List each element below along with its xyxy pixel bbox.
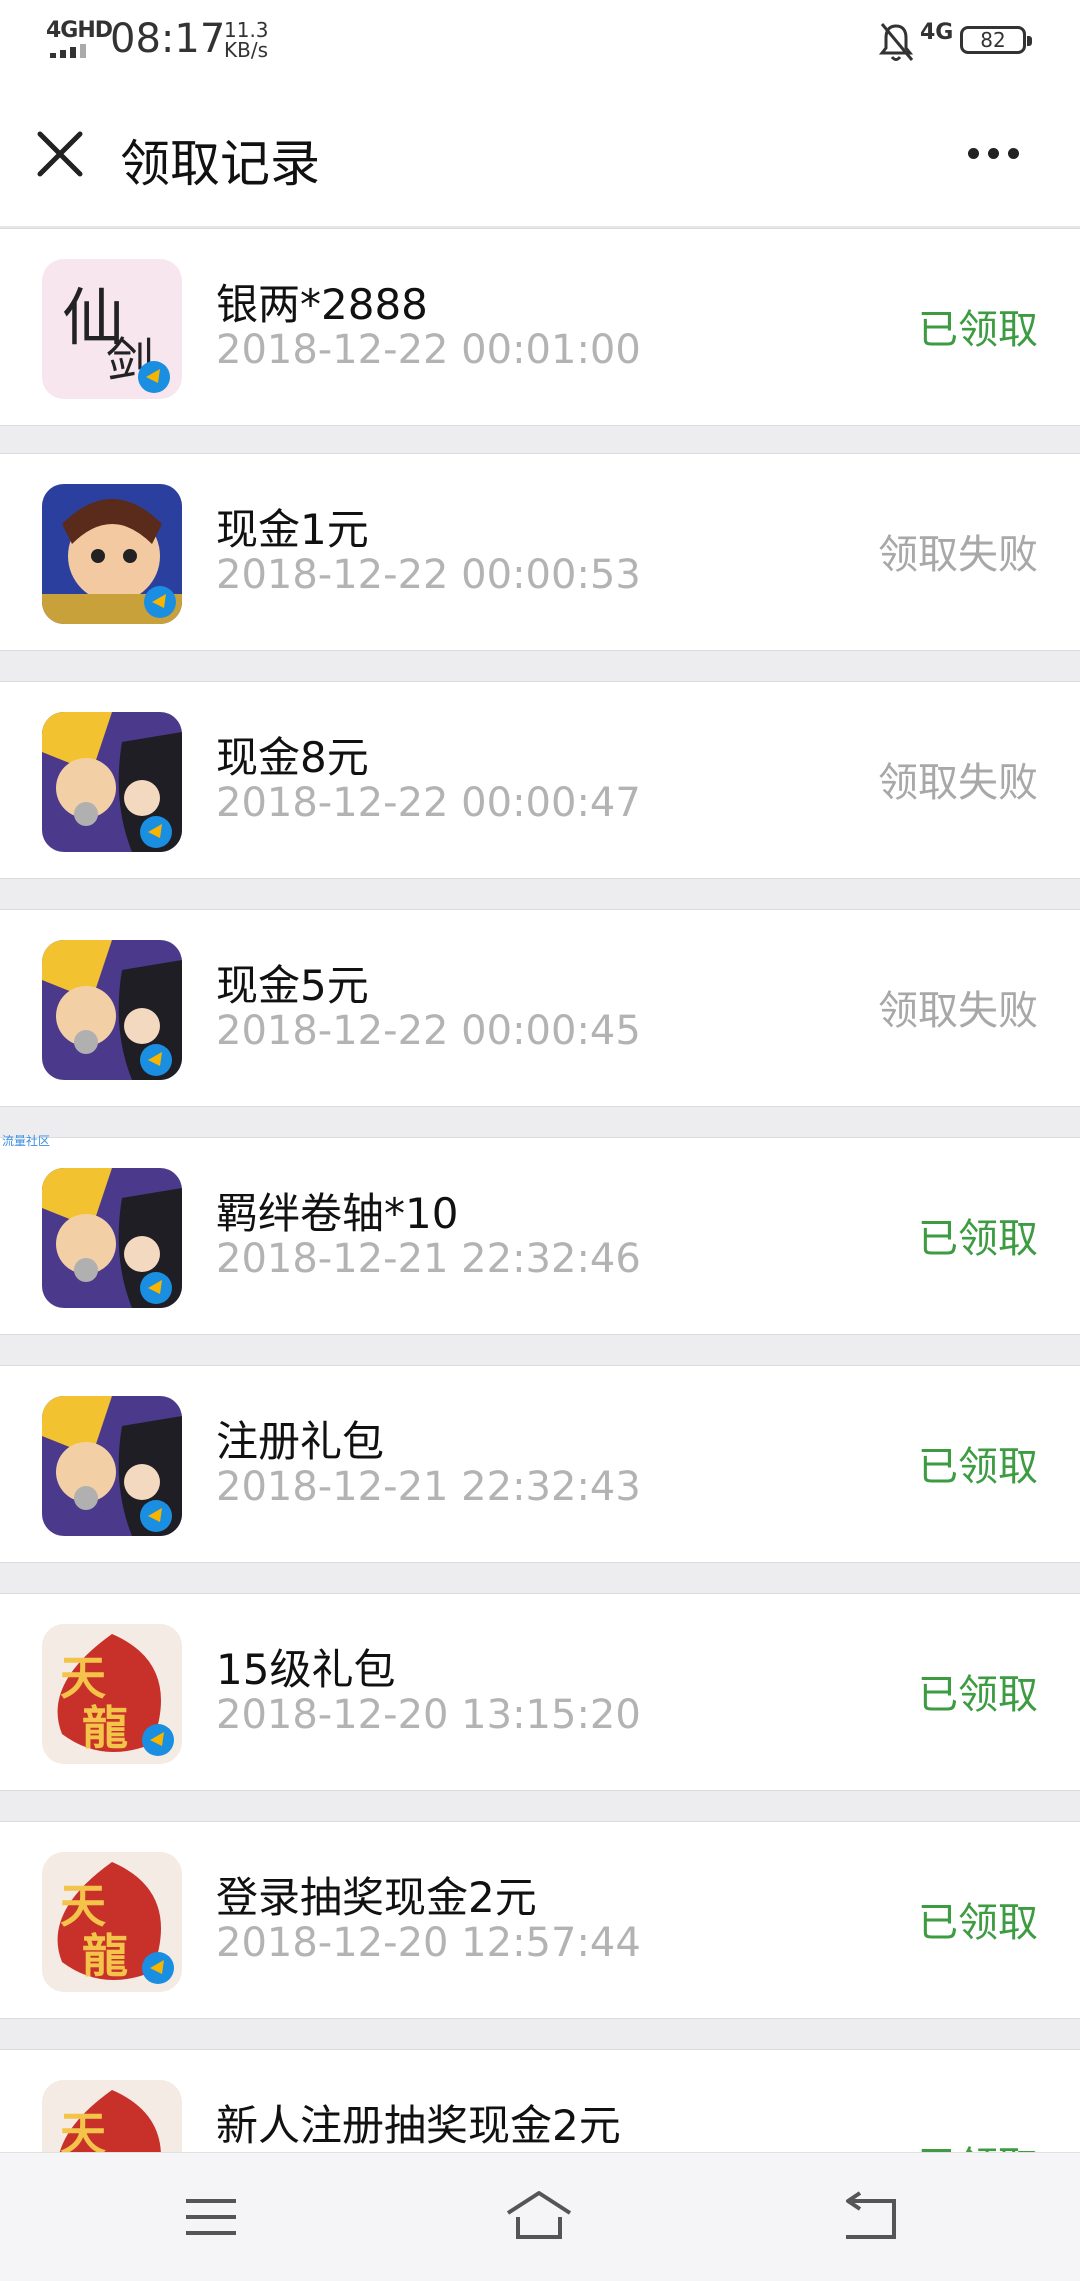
- claim-time: 2018-12-22 00:01:00: [216, 327, 641, 373]
- back-icon[interactable]: [834, 2187, 904, 2247]
- reward-name: 现金8元: [216, 733, 369, 782]
- game-saint-seiya-icon: [42, 484, 182, 624]
- claim-time: 2018-12-22 00:00:47: [216, 780, 641, 826]
- reward-name: 登录抽奖现金2元: [216, 1873, 537, 1922]
- claim-time: 2018-12-21 22:32:43: [216, 1464, 641, 1510]
- network-type: 4G: [920, 20, 954, 45]
- claim-status: 领取失败: [878, 532, 1038, 578]
- watermark: 流量社区: [2, 1134, 51, 1148]
- reward-name: 注册礼包: [216, 1417, 385, 1466]
- claim-status: 已领取: [918, 1216, 1038, 1262]
- reward-name: 新人注册抽奖现金2元: [216, 2101, 621, 2150]
- mute-bell-icon: [878, 23, 914, 61]
- game-xianjian-icon: 仙剑: [42, 259, 182, 399]
- home-icon[interactable]: [504, 2187, 574, 2247]
- list-item[interactable]: 羁绊卷轴*10 2018-12-21 22:32:46 已领取: [0, 1137, 1080, 1335]
- list-item[interactable]: 现金8元 2018-12-22 00:00:47 领取失败: [0, 681, 1080, 879]
- network-speed-value: 11.3: [224, 18, 269, 42]
- reward-name: 15级礼包: [216, 1645, 396, 1694]
- claim-status: 领取失败: [878, 760, 1038, 806]
- reward-name: 银两*2888: [216, 280, 428, 329]
- list-item[interactable]: 天龍 15级礼包 2018-12-20 13:15:20 已领取: [0, 1593, 1080, 1791]
- list-item[interactable]: 注册礼包 2018-12-21 22:32:43 已领取: [0, 1365, 1080, 1563]
- more-icon[interactable]: [964, 142, 1024, 166]
- nav-bar: 领取记录: [0, 84, 1080, 228]
- system-nav-bar: [0, 2152, 1080, 2281]
- page-title: 领取记录: [120, 135, 320, 193]
- claim-time: 2018-12-21 22:32:46: [216, 1236, 641, 1282]
- signal-label: 4GHD: [46, 18, 113, 43]
- list-item[interactable]: 天龍登录抽奖现金2元 2018-12-20 12:57:44 已领取: [0, 1821, 1080, 2019]
- list-item[interactable]: 现金1元 2018-12-22 00:00:53 领取失败: [0, 453, 1080, 651]
- claim-time: 2018-12-22 00:00:53: [216, 552, 641, 598]
- network-speed-unit: KB/s: [224, 38, 268, 62]
- svg-text:龍: 龍: [82, 1929, 128, 1983]
- signal-bars-icon: [50, 44, 96, 58]
- reward-name: 现金5元: [216, 961, 369, 1010]
- claim-status: 已领取: [918, 307, 1038, 353]
- claim-time: 2018-12-20 12:57:44: [216, 1920, 641, 1966]
- claim-status: 已领取: [918, 1672, 1038, 1718]
- status-bar: 4GHD 08:17 11.3 KB/s 4G 82: [0, 0, 1080, 84]
- menu-icon[interactable]: [176, 2187, 246, 2247]
- game-naruto-icon: [42, 940, 182, 1080]
- battery-icon: 82: [960, 26, 1032, 54]
- svg-text:龍: 龍: [82, 1701, 128, 1755]
- game-naruto-icon: [42, 712, 182, 852]
- svg-text:天: 天: [60, 1651, 106, 1705]
- claim-time: 2018-12-20 13:15:20: [216, 1692, 641, 1738]
- claim-status: 已领取: [918, 1444, 1038, 1490]
- reward-name: 羁绊卷轴*10: [216, 1189, 459, 1238]
- network-speed: 11.3 KB/s: [224, 20, 269, 60]
- list-item[interactable]: 现金5元 2018-12-22 00:00:45 领取失败: [0, 909, 1080, 1107]
- clock: 08:17: [110, 16, 226, 62]
- svg-text:天: 天: [60, 1879, 106, 1933]
- game-naruto-icon: [42, 1168, 182, 1308]
- claim-status: 已领取: [918, 1900, 1038, 1946]
- claim-status: 领取失败: [878, 988, 1038, 1034]
- game-tianlong-icon: 天龍: [42, 1624, 182, 1764]
- list-item[interactable]: 仙剑银两*2888 2018-12-22 00:01:00 已领取: [0, 228, 1080, 426]
- game-naruto-icon: [42, 1396, 182, 1536]
- reward-name: 现金1元: [216, 505, 369, 554]
- claim-time: 2018-12-22 00:00:45: [216, 1008, 641, 1054]
- close-icon[interactable]: [34, 128, 86, 180]
- game-tianlong-icon: 天龍: [42, 1852, 182, 1992]
